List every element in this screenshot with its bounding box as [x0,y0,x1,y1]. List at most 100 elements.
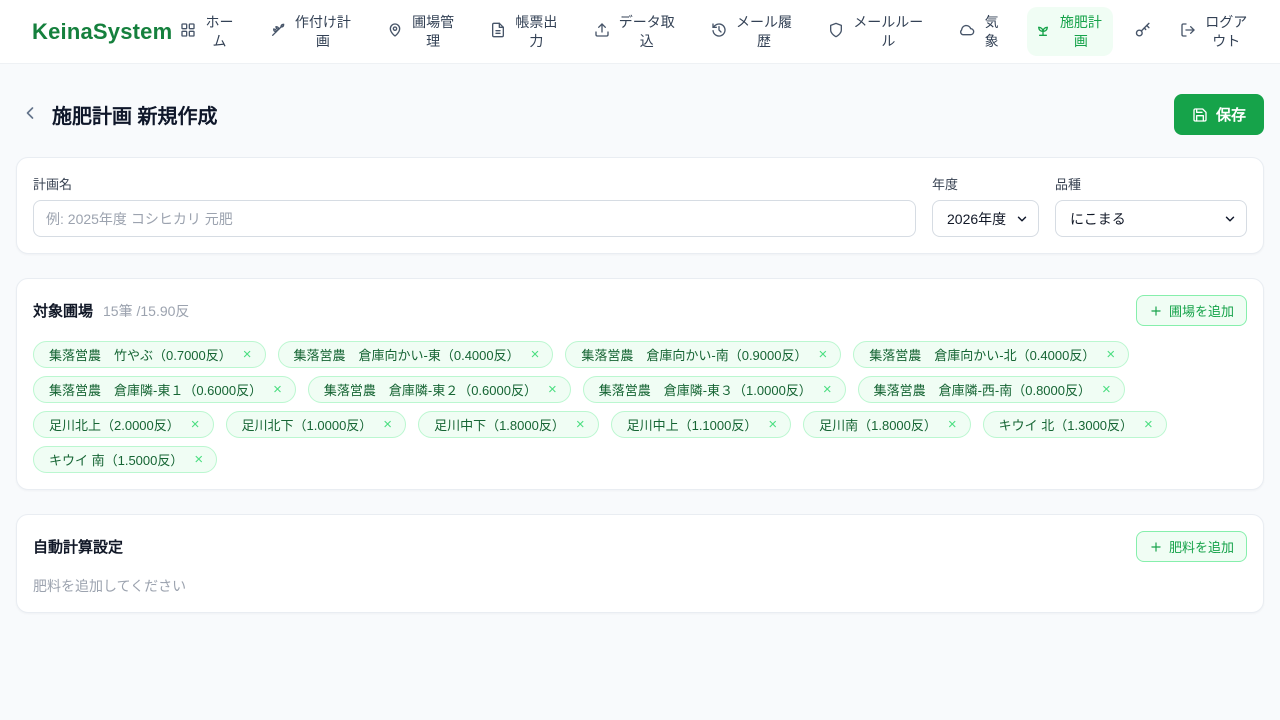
field-tag: 集落営農 倉庫向かい-北（0.4000反） × [853,341,1130,368]
nav-item-field-management[interactable]: 圃場管理 [379,7,465,55]
field-tag: キウイ 南（1.5000反） × [33,446,218,473]
sprout-icon [1035,22,1051,41]
nav-label: 圃場管理 [412,14,455,49]
remove-field-button[interactable]: × [189,417,202,432]
plan-name-input[interactable] [33,200,916,237]
save-icon [1192,107,1208,123]
plan-name-label: 計画名 [33,177,73,192]
nav-item-password[interactable] [1130,16,1155,48]
year-select[interactable]: 2026年度 [932,200,1039,237]
remove-field-button[interactable]: × [946,417,959,432]
field-tag-label: 足川中上（1.1000反） [626,418,758,433]
shield-icon [828,22,844,41]
map-pin-icon [387,22,403,41]
logout-icon [1180,22,1196,41]
nav-item-mail-rules[interactable]: メールルール [820,7,934,55]
target-fields-title: 対象圃場 [33,303,94,320]
field-tag-label: 足川北下（1.0000反） [241,418,373,433]
variety-select[interactable]: にこまる [1055,200,1247,237]
file-text-icon [490,22,506,41]
field-tag-label: 集落営農 倉庫隣-東１（0.6000反） [49,383,263,398]
save-button-label: 保存 [1215,107,1246,124]
add-field-button-label: 圃場を追加 [1168,304,1234,319]
add-fertilizer-button-label: 肥料を追加 [1168,540,1234,555]
year-group: 年度 2026年度 [932,174,1039,237]
year-label: 年度 [932,177,959,192]
nav-item-fertilization-plan[interactable]: 施肥計画 [1026,7,1114,56]
field-tag: 足川中上（1.1000反） × [610,411,792,438]
remove-field-button[interactable]: × [529,347,542,362]
remove-field-button[interactable]: × [1100,382,1113,397]
year-select-value: 2026年度 [947,210,1007,227]
remove-field-button[interactable]: × [1104,347,1117,362]
field-tag: 集落営農 倉庫隣-東３（1.0000反） × [582,376,846,403]
field-tag-label: 集落営農 竹やぶ（0.7000反） [49,348,232,363]
variety-label: 品種 [1055,177,1082,192]
nav-item-planting-plan[interactable]: 作付け計画 [262,7,362,55]
upload-icon [594,22,610,41]
nav-label: ホーム [205,14,234,49]
nav-label: 作付け計画 [294,14,351,49]
remove-field-button[interactable]: × [821,382,834,397]
main-content: 計画名 年度 2026年度 品種 にこまる 対象圃場 15筆 [0,157,1280,613]
plus-icon [1149,540,1163,554]
field-tag-label: キウイ 北（1.3000反） [998,418,1134,433]
remove-field-button[interactable]: × [766,417,779,432]
field-tag: 集落営農 倉庫隣-東１（0.6000反） × [33,376,296,403]
field-tag: 集落営農 倉庫隣-西-南（0.8000反） × [857,376,1125,403]
save-button[interactable]: 保存 [1173,94,1264,135]
target-fields-summary: 15筆 /15.90反 [103,302,190,319]
auto-calc-empty-text: 肥料を追加してください [33,578,187,594]
plan-info-card: 計画名 年度 2026年度 品種 にこまる [16,157,1264,254]
back-button[interactable] [16,101,44,129]
nav-label: ログアウト [1205,14,1248,49]
field-tag-label: 集落営農 倉庫隣-東２（0.6000反） [323,383,537,398]
nav-label: 気象 [984,14,999,49]
field-tag-label: 集落営農 倉庫隣-西-南（0.8000反） [873,383,1091,398]
nav-label: メールルール [853,14,924,49]
auto-calc-card: 自動計算設定 肥料を追加 肥料を追加してください [16,514,1264,613]
app-logo[interactable]: KeinaSystem [32,19,172,45]
field-tag-label: 集落営農 倉庫向かい-北（0.4000反） [869,348,1096,363]
remove-field-button[interactable]: × [381,417,394,432]
remove-field-button[interactable]: × [546,382,559,397]
add-fertilizer-button[interactable]: 肥料を追加 [1135,531,1247,562]
nav-item-weather[interactable]: 気象 [951,7,1009,55]
nav-item-home[interactable]: ホーム [172,7,244,55]
nav-item-report-output[interactable]: 帳票出力 [482,7,568,55]
nav-label: 帳票出力 [515,14,558,49]
field-tag: 足川北上（2.0000反） × [33,411,214,438]
history-icon [711,22,727,41]
nav-item-data-import[interactable]: データ取込 [586,7,686,55]
remove-field-button[interactable]: × [1142,417,1155,432]
target-fields-card: 対象圃場 15筆 /15.90反 圃場を追加 集落営農 竹やぶ（0.7000反）… [16,278,1264,490]
remove-field-button[interactable]: × [271,382,284,397]
field-tag-label: 集落営農 倉庫向かい-東（0.4000反） [293,348,520,363]
field-tag-label: 足川中下（1.8000反） [434,418,565,433]
nav-label: 施肥計画 [1059,14,1102,49]
field-tag: 集落営農 倉庫向かい-東（0.4000反） × [277,341,554,368]
nav-item-mail-history[interactable]: メール履歴 [703,7,803,55]
remove-field-button[interactable]: × [192,452,205,467]
add-field-button[interactable]: 圃場を追加 [1135,295,1247,326]
plus-icon [1149,304,1163,318]
field-tag-label: キウイ 南（1.5000反） [49,453,184,468]
nav-item-logout[interactable]: ログアウト [1172,7,1258,55]
remove-field-button[interactable]: × [574,417,587,432]
field-tag: 集落営農 倉庫隣-東２（0.6000反） × [307,376,571,403]
remove-field-button[interactable]: × [816,347,829,362]
chevron-down-icon [1015,212,1029,226]
field-tag-label: 集落営農 倉庫隣-東３（1.0000反） [598,383,812,398]
field-tag-label: 足川北上（2.0000反） [49,418,180,433]
plan-name-group: 計画名 [33,174,916,237]
field-tag: 集落営農 竹やぶ（0.7000反） × [33,341,266,368]
remove-field-button[interactable]: × [241,347,254,362]
nav-label: メール履歴 [736,14,793,49]
page-header: 施肥計画 新規作成 保存 [0,64,1280,157]
key-icon [1134,22,1151,42]
cloud-icon [959,22,975,41]
field-tag-label: 集落営農 倉庫向かい-南（0.9000反） [581,348,808,363]
auto-calc-title: 自動計算設定 [33,539,124,556]
page-title: 施肥計画 新規作成 [52,106,218,128]
field-tag: 集落営農 倉庫向かい-南（0.9000反） × [565,341,842,368]
